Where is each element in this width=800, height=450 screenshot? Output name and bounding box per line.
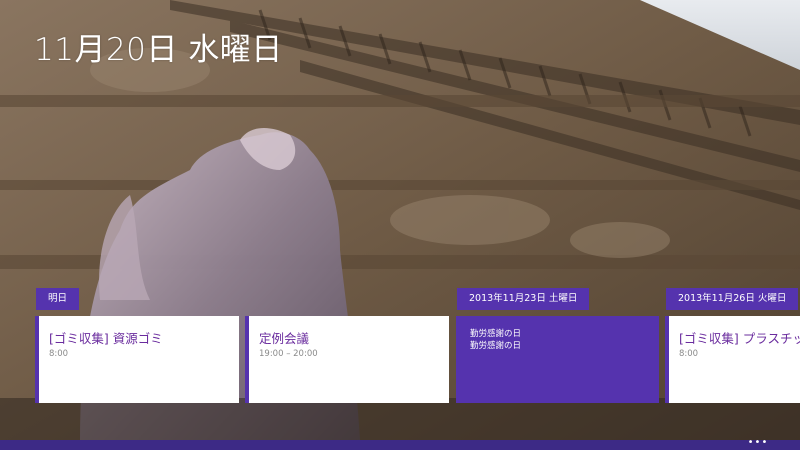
more-options-button[interactable]: ••• <box>746 438 770 450</box>
group-header-nov26[interactable]: 2013年11月26日 火曜日 <box>666 288 799 310</box>
event-title: 定例会議 <box>259 331 310 346</box>
group-header-nov23[interactable]: 2013年11月23日 土曜日 <box>457 288 590 310</box>
event-tile-teirei-kaigi[interactable]: 定例会議 19:00 – 20:00 <box>245 316 449 403</box>
current-date-heading: 11月20日 水曜日 <box>34 32 283 68</box>
event-time: 19:00 – 20:00 <box>259 349 318 359</box>
event-tile-plastic[interactable]: [ゴミ収集] プラスチック 8:00 <box>665 316 800 403</box>
event-tile-holiday[interactable]: 勤労感謝の日 勤労感謝の日 <box>456 316 659 403</box>
app-bar: ••• <box>0 438 800 450</box>
event-tile-shigen-gomi[interactable]: [ゴミ収集] 資源ゴミ 8:00 <box>35 316 239 403</box>
event-time: 8:00 <box>679 349 699 359</box>
holiday-line: 勤労感謝の日 <box>470 329 522 339</box>
event-title: [ゴミ収集] プラスチック <box>679 331 800 346</box>
group-header-tomorrow[interactable]: 明日 <box>36 288 80 310</box>
event-title: [ゴミ収集] 資源ゴミ <box>49 331 163 346</box>
event-time: 8:00 <box>49 349 69 359</box>
holiday-line: 勤労感謝の日 <box>470 341 522 351</box>
